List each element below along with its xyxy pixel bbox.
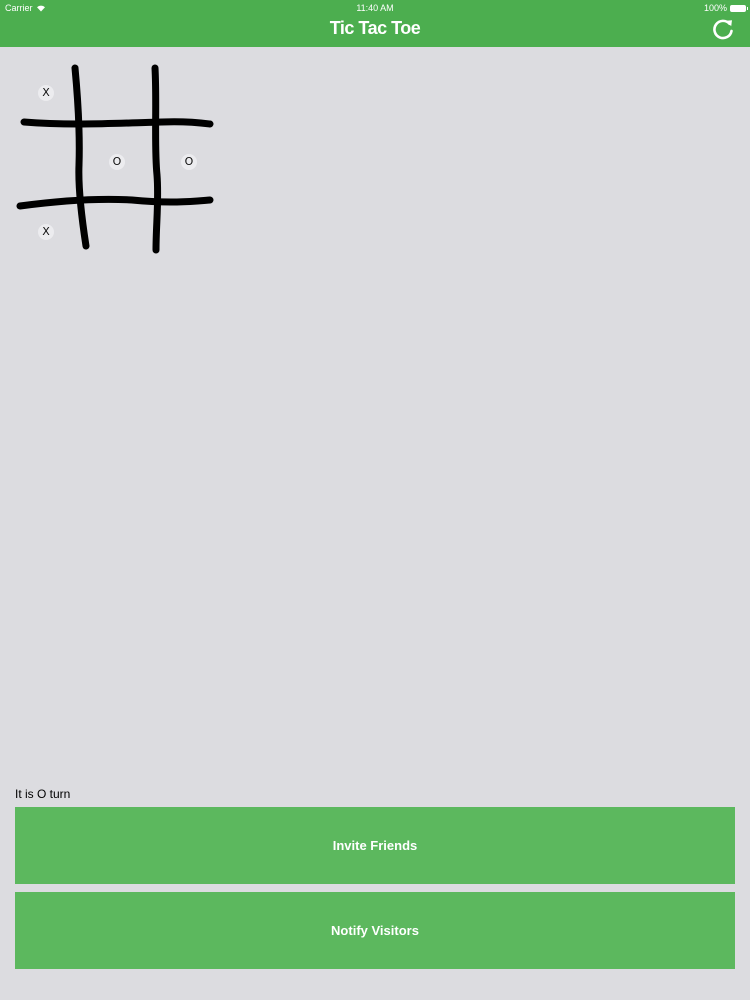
cell-2-0-mark[interactable]: X bbox=[38, 224, 54, 240]
grid-line-horizontal-bottom bbox=[16, 195, 214, 210]
status-time: 11:40 AM bbox=[356, 3, 394, 13]
cell-1-2-mark[interactable]: O bbox=[181, 154, 197, 170]
grid-line-vertical-left bbox=[71, 64, 90, 250]
invite-friends-button[interactable]: Invite Friends bbox=[15, 807, 735, 884]
cell-0-0-mark[interactable]: X bbox=[38, 85, 54, 101]
grid-line-vertical-right bbox=[151, 64, 162, 254]
battery-icon bbox=[730, 4, 748, 12]
turn-status: It is O turn bbox=[15, 787, 71, 801]
grid-line-horizontal-top bbox=[20, 118, 214, 128]
refresh-icon bbox=[713, 19, 733, 40]
game-board[interactable]: X O O X bbox=[12, 60, 222, 260]
status-battery: 100% bbox=[703, 3, 748, 13]
notify-visitors-button[interactable]: Notify Visitors bbox=[15, 892, 735, 969]
cell-1-1-mark[interactable]: O bbox=[109, 154, 125, 170]
refresh-button[interactable] bbox=[710, 17, 736, 43]
battery-percent: 100% bbox=[703, 3, 727, 13]
navigation-bar: Carrier 11:40 AM 100% Tic Tac Toe bbox=[0, 0, 750, 47]
page-title: Tic Tac Toe bbox=[329, 18, 421, 38]
status-bar: Carrier 11:40 AM 100% bbox=[0, 0, 750, 16]
